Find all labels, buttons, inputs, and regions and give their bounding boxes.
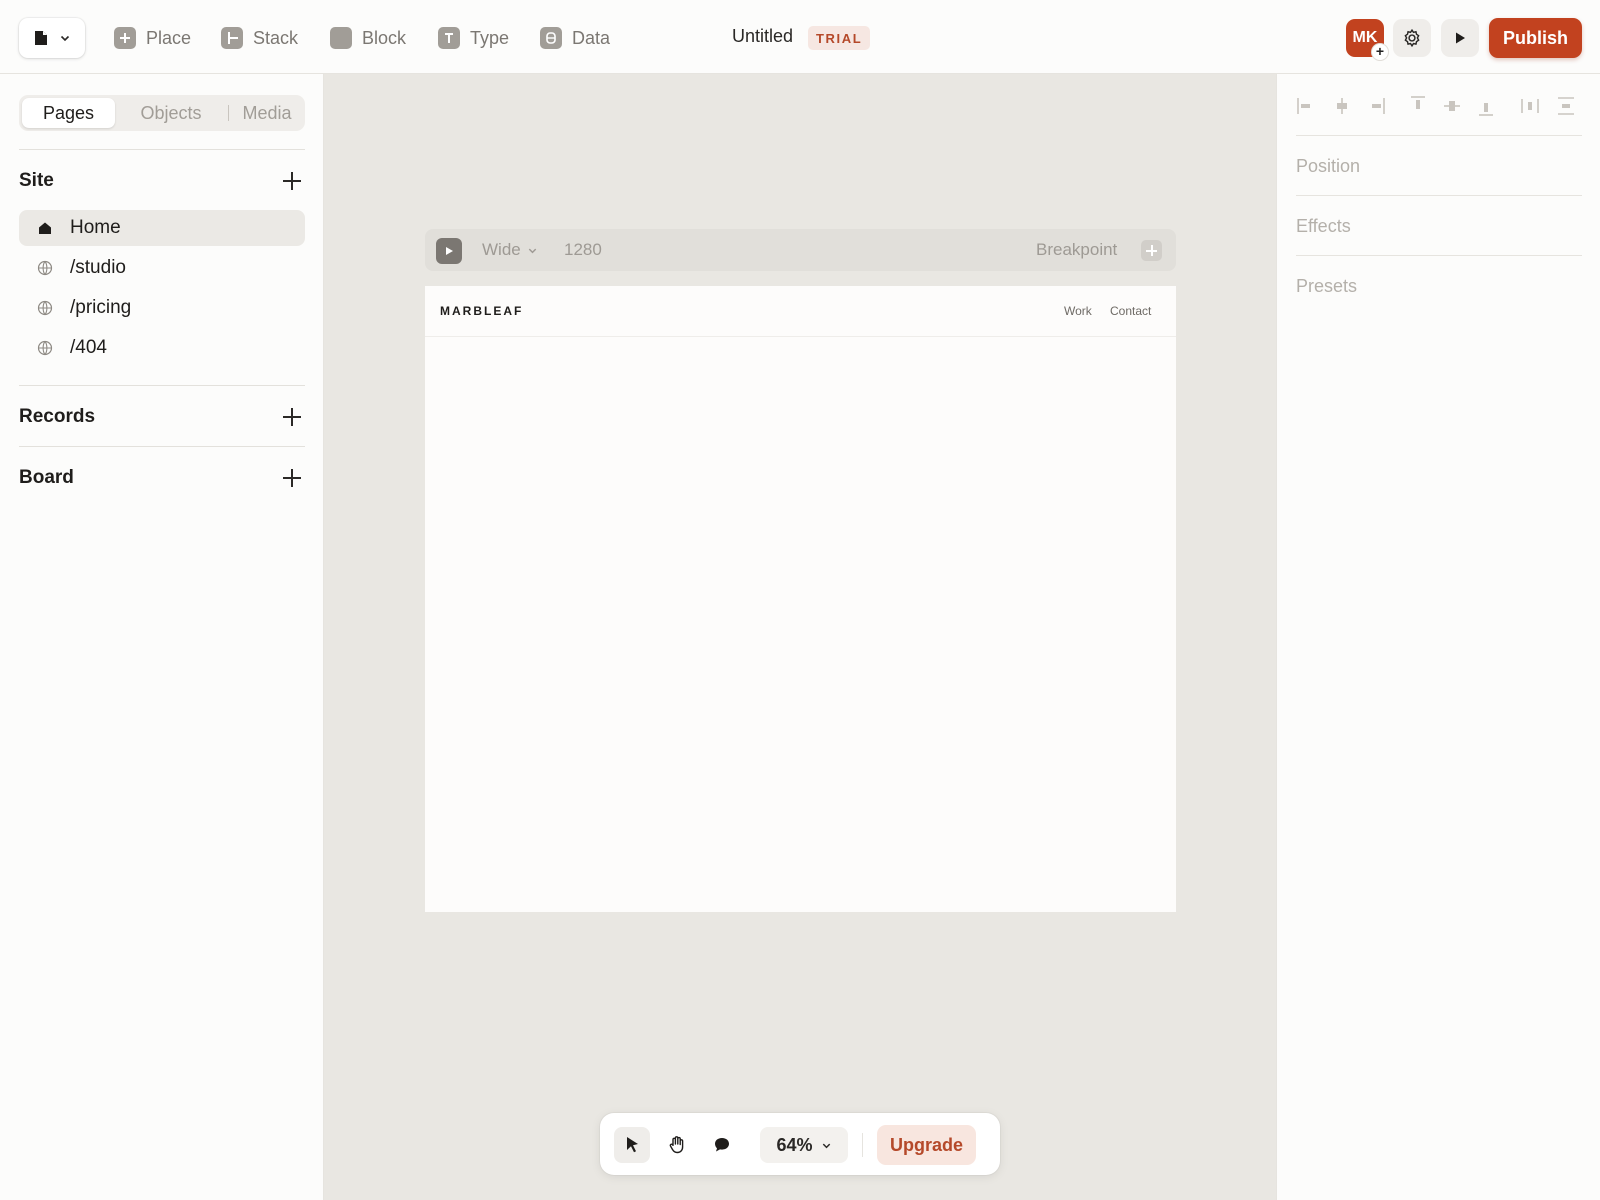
align-bottom-icon[interactable] [1475,94,1497,118]
data-tool[interactable]: Data [540,24,610,52]
presets-section[interactable]: Presets [1296,276,1357,297]
block-tool[interactable]: Block [330,24,406,52]
data-label: Data [572,27,611,48]
nav-link-work[interactable]: Work [1064,304,1092,318]
chevron-down-icon [528,248,536,253]
site-heading: Site [19,170,54,191]
page-item-pricing[interactable]: /pricing [19,290,305,326]
cursor-icon [627,1137,638,1153]
tab-media[interactable]: Media [233,98,301,128]
divider [1296,255,1582,256]
place-label: Place [146,27,192,48]
records-heading: Records [19,406,96,427]
globe-icon [37,260,53,276]
add-page-button[interactable] [281,170,303,192]
page-frame[interactable]: MARBLEAF Work Contact [425,286,1176,912]
comment-icon [715,1138,729,1152]
tab-objects[interactable]: Objects [119,98,223,128]
text-icon [438,27,460,49]
invite-plus-icon[interactable]: + [1372,44,1388,60]
divider [19,149,305,150]
tab-separator [228,105,229,121]
top-toolbar: Place Stack Block Type Data Untitled TRI… [0,0,1600,74]
left-sidebar: Pages Objects Media Site Home /studio /p… [0,74,324,1200]
globe-icon [37,340,53,356]
add-board-button[interactable] [281,467,303,489]
divider [19,385,305,386]
nav-link-contact[interactable]: Contact [1110,304,1151,318]
stack-label: Stack [253,27,299,48]
trial-badge: TRIAL [808,26,871,50]
stack-icon [221,27,243,49]
page-item-studio[interactable]: /studio [19,250,305,286]
tab-pages[interactable]: Pages [22,98,115,128]
block-label: Block [362,27,407,48]
page-item-label: /404 [70,337,107,358]
document-title[interactable]: Untitled [732,26,793,47]
select-tool[interactable] [614,1127,650,1163]
chevron-down-icon [822,1143,830,1148]
page-item-label: /studio [70,257,126,278]
play-icon [446,247,453,255]
align-center-horizontal-icon[interactable] [1331,94,1353,118]
preview-button[interactable] [1441,19,1479,57]
alignment-toolbar [1295,94,1583,118]
sidebar-tabs: Pages Objects Media [19,95,305,131]
toolbar-separator [862,1133,863,1157]
preview-frame-button[interactable] [436,238,462,264]
gear-icon [1404,28,1420,48]
home-icon [39,222,51,234]
chevron-down-icon [60,35,70,42]
divider [19,446,305,447]
site-navbar[interactable]: MARBLEAF Work Contact [425,286,1176,337]
bottom-toolbar: 64% Upgrade [600,1113,1000,1175]
align-center-vertical-icon[interactable] [1441,94,1463,118]
play-icon [1456,32,1465,44]
add-record-button[interactable] [281,406,303,428]
align-right-icon[interactable] [1365,94,1387,118]
divider [1296,195,1582,196]
breakpoint-label[interactable]: Breakpoint [1036,240,1117,260]
page-item-404[interactable]: /404 [19,330,305,366]
stack-tool[interactable]: Stack [221,24,298,52]
globe-icon [37,300,53,316]
upgrade-button[interactable]: Upgrade [877,1125,976,1165]
zoom-select[interactable]: 64% [760,1127,848,1163]
properties-panel: Position Effects Presets [1276,74,1600,1200]
file-icon [35,31,47,45]
block-icon [330,27,352,49]
breakpoint-select[interactable]: Wide [482,240,538,260]
place-tool[interactable]: Place [114,24,191,52]
align-left-icon[interactable] [1295,94,1317,118]
type-tool[interactable]: Type [438,24,509,52]
divider [1296,135,1582,136]
settings-button[interactable] [1393,19,1431,57]
breakpoint-width[interactable]: 1280 [564,240,602,260]
plus-square-icon [114,27,136,49]
hand-tool[interactable] [659,1127,695,1163]
type-label: Type [470,27,510,48]
comment-tool[interactable] [704,1127,740,1163]
zoom-value: 64% [776,1134,813,1155]
align-top-icon[interactable] [1407,94,1429,118]
breakpoint-name: Wide [482,240,521,259]
board-heading: Board [19,467,74,488]
position-section[interactable]: Position [1296,156,1360,177]
page-item-label: /pricing [70,297,132,318]
site-brand[interactable]: MARBLEAF [440,304,523,318]
effects-section[interactable]: Effects [1296,216,1351,237]
hand-icon [669,1136,684,1154]
file-menu-button[interactable] [19,18,85,58]
publish-button[interactable]: Publish [1489,18,1582,58]
distribute-horizontal-icon[interactable] [1519,94,1541,118]
distribute-vertical-icon[interactable] [1555,94,1577,118]
add-breakpoint-button[interactable] [1141,240,1162,261]
database-icon [540,27,562,49]
avatar-initials: MK [1352,29,1378,46]
page-item-home[interactable]: Home [19,210,305,246]
breakpoint-bar: Wide 1280 Breakpoint [425,229,1176,271]
page-item-label: Home [70,217,121,238]
